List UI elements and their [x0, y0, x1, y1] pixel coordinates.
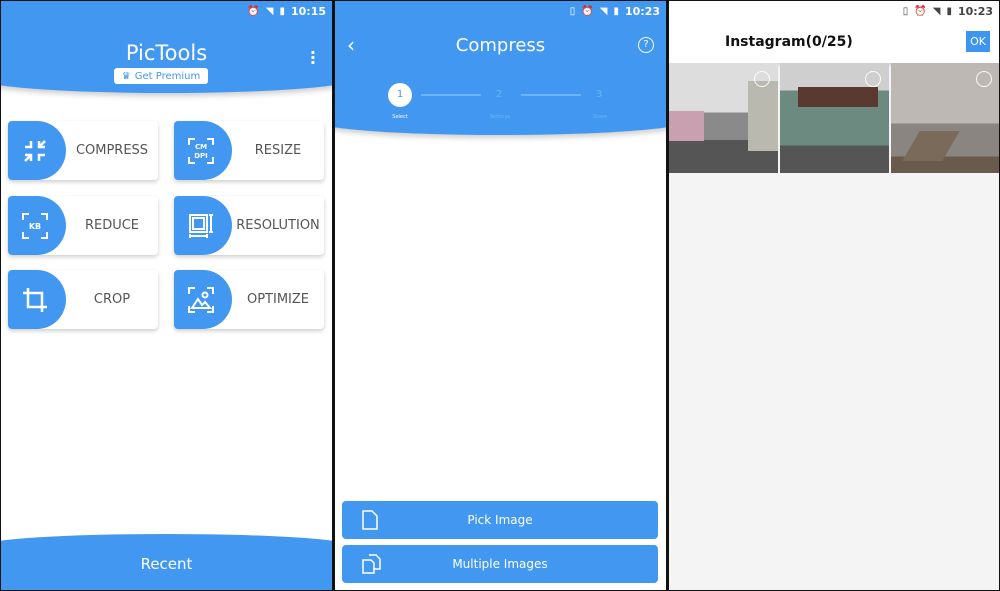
photo-thumbnail[interactable] [891, 63, 999, 173]
tool-compress[interactable]: COMPRESS [8, 121, 158, 180]
svg-text:KB: KB [29, 222, 41, 231]
svg-text:DPI: DPI [194, 152, 208, 160]
resolution-icon [189, 214, 213, 238]
tool-optimize[interactable]: OPTIMIZE [174, 270, 324, 329]
crown-icon: ♛ [121, 70, 131, 82]
pick-image-label: Pick Image [467, 513, 533, 527]
tool-reduce[interactable]: KB REDUCE [8, 196, 158, 255]
battery-icon: ▮ [946, 5, 952, 17]
step-label: Share [592, 114, 608, 120]
tool-label: RESIZE [254, 143, 302, 158]
battery-icon: ▮ [279, 5, 285, 17]
image-picker-screen: ▯ ⏰ ◥ ▮ 10:23 Instagram(0/25) OK [669, 1, 999, 590]
tool-label: CROP [93, 292, 131, 307]
kb-icon: KB [22, 213, 48, 239]
tool-resolution[interactable]: RESOLUTION [174, 196, 324, 255]
svg-text:CM: CM [195, 143, 207, 151]
recent-label: Recent [140, 555, 193, 573]
tool-label: RESOLUTION [236, 218, 320, 233]
clock: 10:23 [624, 4, 660, 18]
step-connector [421, 94, 481, 96]
compress-icon [24, 140, 46, 162]
wifi-icon: ◥ [932, 5, 941, 17]
page-title: Compress [455, 35, 546, 56]
tool-label: REDUCE [84, 218, 140, 233]
vibrate-icon: ▯ [569, 5, 576, 17]
tool-label: OPTIMIZE [246, 292, 310, 307]
help-icon[interactable]: ? [638, 37, 654, 53]
photo-thumbnail[interactable] [780, 63, 889, 173]
tool-crop[interactable]: CROP [8, 270, 158, 329]
crop-icon [23, 288, 47, 312]
tool-resize[interactable]: CM DPI RESIZE [174, 121, 324, 180]
step-connector [521, 94, 581, 96]
multiple-files-icon [362, 554, 381, 574]
step-1: 1 [388, 83, 412, 107]
alarm-icon: ⏰ [581, 5, 594, 17]
battery-icon: ▮ [613, 5, 619, 17]
vibrate-icon: ▯ [902, 5, 909, 17]
album-title: Instagram(0/25) [725, 34, 853, 50]
step-3: 3 [595, 89, 603, 100]
clock: 10:23 [957, 4, 993, 18]
multiple-images-label: Multiple Images [452, 557, 548, 571]
premium-label: Get Premium [134, 70, 201, 82]
step-label: Settings [489, 114, 511, 120]
recent-button[interactable]: Recent [1, 534, 332, 590]
select-circle[interactable] [754, 71, 770, 87]
photo-thumbnail[interactable] [669, 63, 778, 173]
wifi-icon: ◥ [265, 5, 274, 17]
pick-image-button[interactable]: Pick Image [342, 501, 658, 539]
alarm-icon: ⏰ [914, 5, 927, 17]
status-bar: ▯ ⏰ ◥ ▮ 10:23 [570, 1, 660, 21]
tool-label: COMPRESS [75, 143, 149, 158]
status-bar: ⏰ ◥ ▮ 10:15 [247, 1, 326, 21]
file-icon [362, 510, 378, 530]
step-2: 2 [495, 89, 503, 100]
optimize-image-icon [188, 287, 214, 313]
select-circle[interactable] [976, 71, 992, 87]
clock: 10:15 [290, 4, 326, 18]
alarm-icon: ⏰ [247, 5, 260, 17]
home-screen: ⏰ ◥ ▮ 10:15 PicTools · · · ♛ Get Premium COMPR… [1, 1, 332, 590]
wifi-icon: ◥ [599, 5, 608, 17]
select-circle[interactable] [865, 71, 881, 87]
multiple-images-button[interactable]: Multiple Images [342, 545, 658, 583]
ok-button[interactable]: OK [966, 31, 990, 52]
step-label: Select [392, 114, 408, 120]
get-premium-button[interactable]: ♛ Get Premium [114, 68, 208, 84]
cm-dpi-icon: CMDPI [188, 138, 214, 164]
compress-screen: ▯ ⏰ ◥ ▮ 10:23 ‹ Compress ? 1 2 3 Select Sett… [335, 1, 666, 590]
more-menu-icon[interactable]: · · · [310, 45, 316, 71]
status-bar: ▯ ⏰ ◥ ▮ 10:23 [903, 1, 993, 21]
app-title: PicTools [125, 41, 208, 65]
